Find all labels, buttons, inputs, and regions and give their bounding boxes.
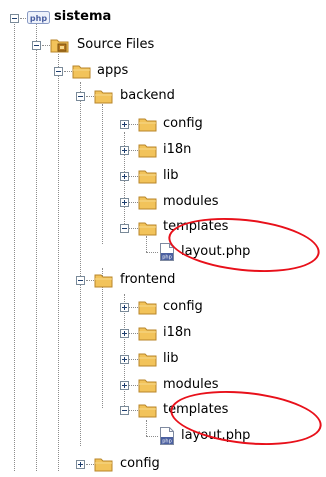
folder-icon bbox=[94, 271, 114, 293]
frontend-label[interactable]: frontend bbox=[120, 270, 175, 290]
expand-icon[interactable] bbox=[120, 303, 129, 312]
expand-icon[interactable] bbox=[76, 460, 85, 469]
folder-icon bbox=[94, 455, 114, 477]
folder-label[interactable]: i18n bbox=[163, 140, 191, 160]
folder-label[interactable]: lib bbox=[163, 349, 178, 369]
collapse-icon[interactable] bbox=[120, 406, 129, 415]
tree-line bbox=[128, 150, 138, 151]
collapse-icon[interactable] bbox=[120, 224, 129, 233]
expand-icon[interactable] bbox=[120, 146, 129, 155]
folder-icon bbox=[138, 219, 158, 241]
tree-line bbox=[128, 307, 138, 308]
tree-line bbox=[14, 21, 15, 471]
tree-line bbox=[128, 410, 138, 411]
expand-icon[interactable] bbox=[120, 329, 129, 338]
tree-line bbox=[128, 333, 138, 334]
tree-line bbox=[128, 228, 138, 229]
tree-line bbox=[128, 359, 138, 360]
folder-icon bbox=[138, 401, 158, 423]
expand-icon[interactable] bbox=[120, 172, 129, 181]
collapse-icon[interactable] bbox=[54, 67, 63, 76]
svg-text:php: php bbox=[162, 439, 172, 445]
expand-icon[interactable] bbox=[120, 381, 129, 390]
collapse-icon[interactable] bbox=[32, 41, 41, 50]
config-label[interactable]: config bbox=[120, 454, 160, 474]
tree-line bbox=[128, 202, 138, 203]
folder-label[interactable]: i18n bbox=[163, 323, 191, 343]
folder-label[interactable]: config bbox=[163, 114, 203, 134]
folder-label[interactable]: lib bbox=[163, 166, 178, 186]
project-label[interactable]: sistema bbox=[54, 7, 111, 27]
tree-line bbox=[128, 124, 138, 125]
collapse-icon[interactable] bbox=[76, 276, 85, 285]
tree-line bbox=[80, 82, 81, 446]
folder-icon bbox=[138, 298, 158, 320]
svg-text:php: php bbox=[30, 14, 47, 23]
highlight-ellipse bbox=[165, 211, 323, 279]
folder-icon bbox=[138, 141, 158, 163]
source-files-label[interactable]: Source Files bbox=[77, 35, 154, 55]
tree-line bbox=[146, 436, 158, 437]
expand-icon[interactable] bbox=[120, 355, 129, 364]
source-files-icon bbox=[50, 36, 70, 58]
php-project-icon: php bbox=[27, 9, 51, 31]
project-tree: php sistema Source Files apps backend co… bbox=[0, 0, 326, 474]
collapse-icon[interactable] bbox=[76, 92, 85, 101]
svg-text:php: php bbox=[162, 255, 172, 261]
tree-line bbox=[146, 252, 158, 253]
php-file-icon: php bbox=[159, 427, 175, 449]
tree-line bbox=[36, 21, 37, 471]
tree-line bbox=[128, 176, 138, 177]
collapse-icon[interactable] bbox=[10, 14, 19, 23]
apps-label[interactable]: apps bbox=[97, 61, 128, 81]
folder-icon bbox=[94, 87, 114, 109]
folder-icon bbox=[138, 193, 158, 215]
folder-label[interactable]: modules bbox=[163, 192, 219, 212]
expand-icon[interactable] bbox=[120, 120, 129, 129]
folder-label[interactable]: config bbox=[163, 297, 203, 317]
expand-icon[interactable] bbox=[120, 198, 129, 207]
tree-line bbox=[128, 385, 138, 386]
folder-icon bbox=[72, 62, 92, 84]
folder-icon bbox=[138, 167, 158, 189]
tree-line bbox=[58, 54, 59, 471]
tree-line bbox=[102, 104, 103, 244]
backend-label[interactable]: backend bbox=[120, 86, 175, 106]
folder-icon bbox=[138, 115, 158, 137]
folder-icon bbox=[138, 350, 158, 372]
folder-icon bbox=[138, 376, 158, 398]
folder-icon bbox=[138, 324, 158, 346]
